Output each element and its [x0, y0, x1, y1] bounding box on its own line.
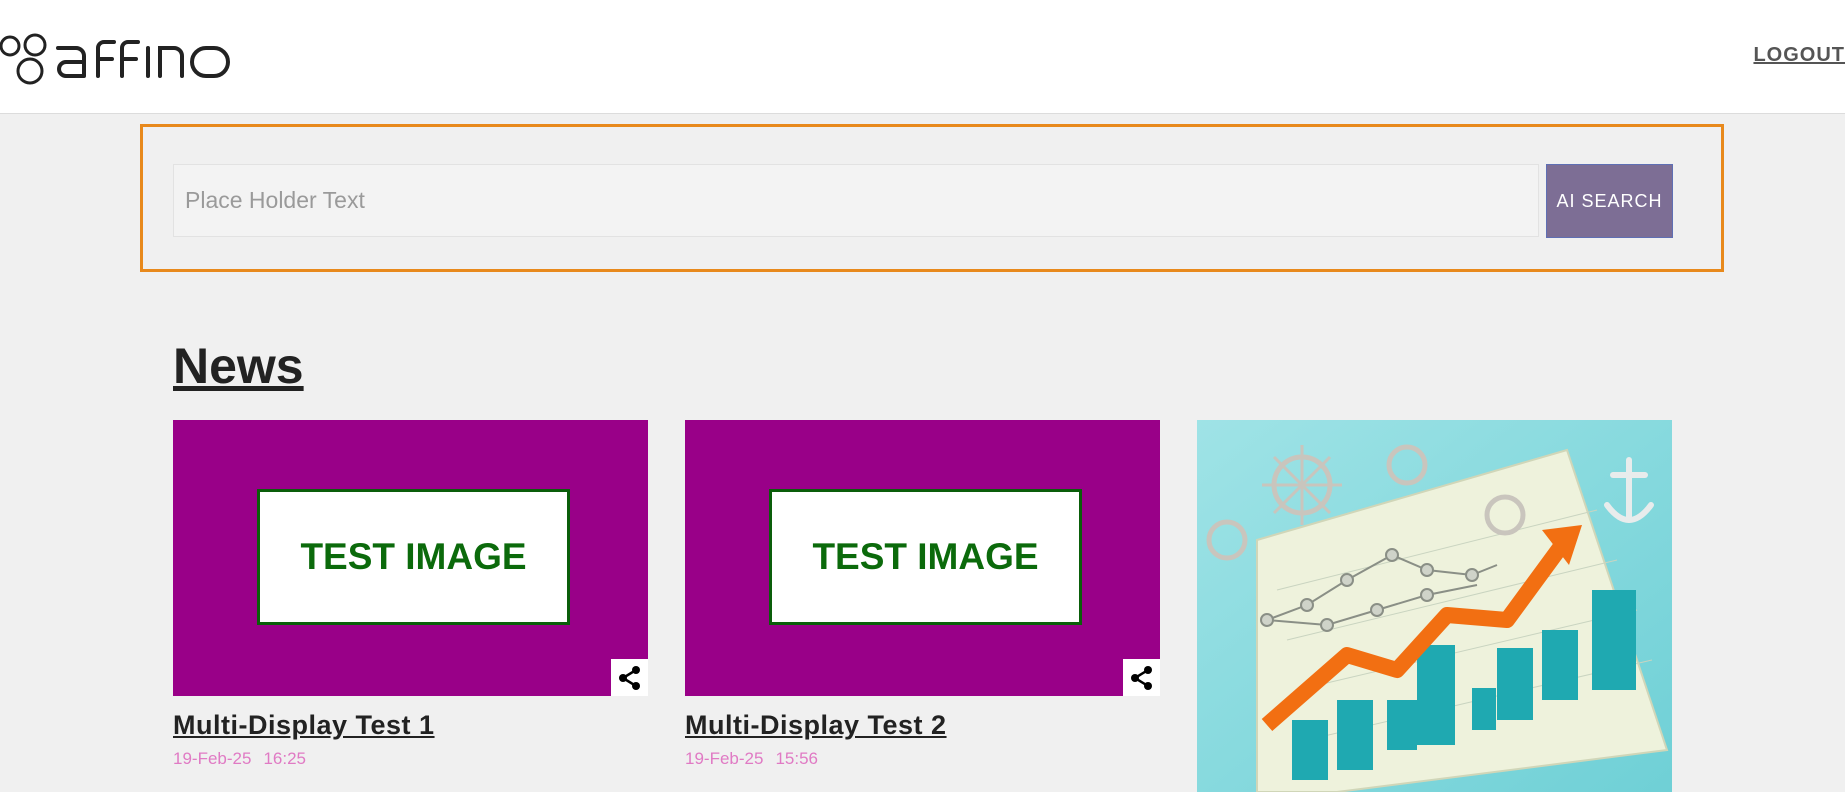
time-text: 16:25	[263, 749, 306, 768]
news-heading[interactable]: News	[173, 336, 304, 396]
news-card-date: 19-Feb-25 16:25	[173, 749, 648, 769]
share-button[interactable]	[611, 659, 648, 696]
search-input[interactable]	[173, 164, 1539, 237]
ai-search-button[interactable]: AI SEARCH	[1546, 164, 1673, 238]
date-text: 19-Feb-25	[173, 749, 252, 768]
test-image-label: TEST IMAGE	[769, 489, 1082, 625]
share-icon	[1130, 665, 1152, 690]
share-button[interactable]	[1123, 659, 1160, 696]
test-image-label: TEST IMAGE	[257, 489, 570, 625]
logout-link[interactable]: LOGOUT	[1753, 44, 1845, 67]
news-card-image[interactable]: TEST IMAGE	[173, 420, 648, 696]
affino-logo[interactable]	[0, 26, 232, 86]
news-card: TEST IMAGE Multi-Display Test 2 19-Feb-2…	[685, 420, 1160, 769]
date-text: 19-Feb-25	[685, 749, 764, 768]
time-text: 15:56	[775, 749, 818, 768]
site-header: LOGOUT	[0, 0, 1845, 114]
news-card-title[interactable]: Multi-Display Test 1	[173, 710, 648, 741]
news-card-image-illustration[interactable]	[1197, 420, 1672, 792]
share-icon	[618, 665, 640, 690]
news-card: TEST IMAGE Multi-Display Test 1 19-Feb-2…	[173, 420, 648, 769]
news-card-title[interactable]: Multi-Display Test 2	[685, 710, 1160, 741]
news-card-image[interactable]: TEST IMAGE	[685, 420, 1160, 696]
news-card-date: 19-Feb-25 15:56	[685, 749, 1160, 769]
growth-chart-illustration	[1197, 420, 1672, 792]
